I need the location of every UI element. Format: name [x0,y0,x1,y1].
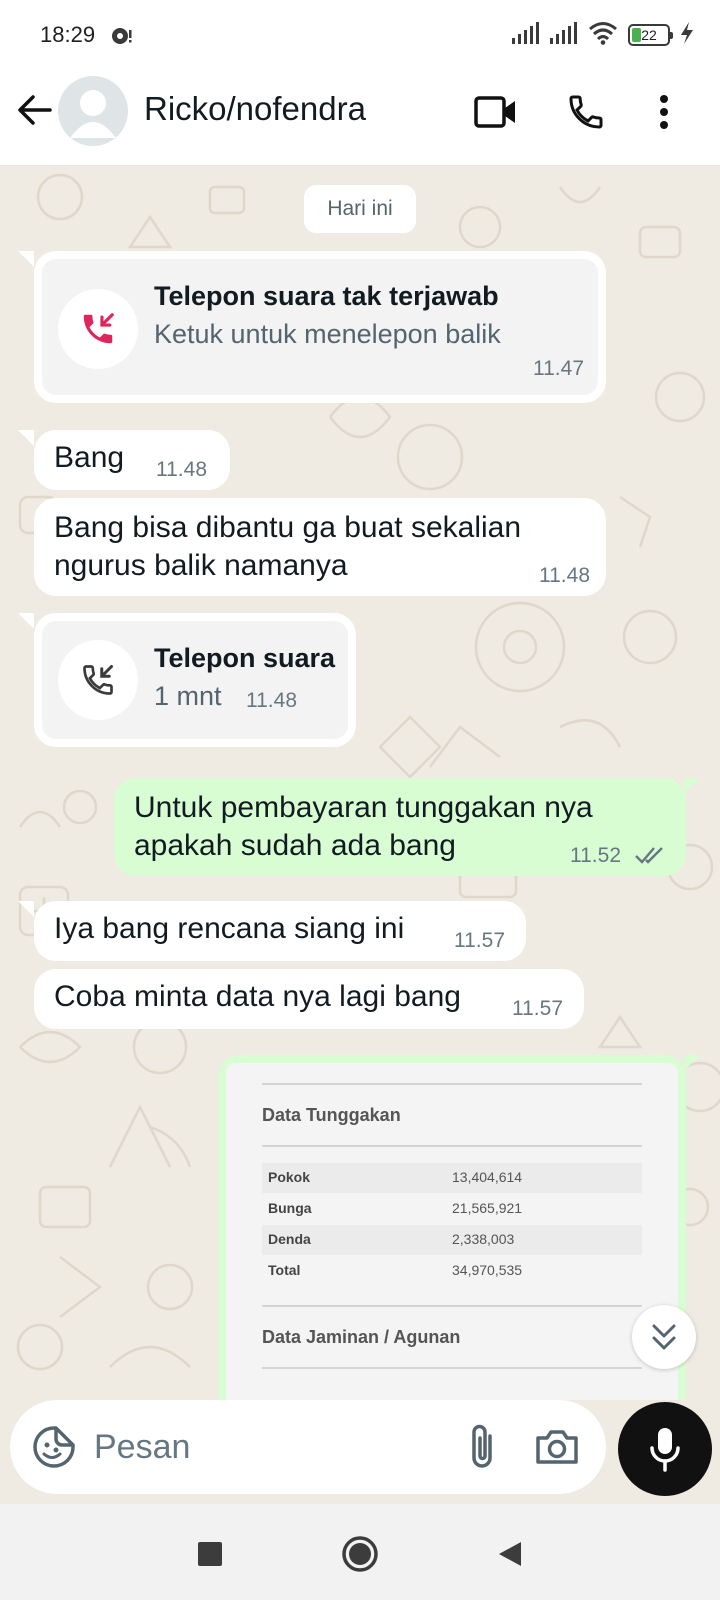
row-label: Bunga [268,1200,312,1216]
message-text: Iya bang rencana siang ini [54,912,405,945]
double-chevron-down-icon [652,1324,676,1350]
sticker-icon [33,1426,75,1468]
chat-header: Ricko/nofendra [0,68,720,166]
message-text: Bang [54,441,125,474]
video-camera-icon [474,96,515,128]
message-time: 11.47 [533,357,584,380]
bubble-tail [684,1055,700,1071]
message-time: 11.57 [512,997,563,1020]
avatar[interactable] [58,76,128,146]
battery-icon: 22 [628,24,673,46]
sticker-button[interactable] [30,1423,78,1471]
row-value: 2,338,003 [452,1231,515,1247]
incoming-message[interactable]: Bang bisa dibantu ga buat sekalian nguru… [34,498,606,596]
paperclip-icon [472,1424,492,1468]
message-input[interactable] [94,1424,424,1470]
call-duration: 1 mnt [154,681,222,711]
message-text-line1: Bang bisa dibantu ga buat sekalian [54,511,522,544]
call-card[interactable]: Telepon suara 1 mnt 11.48 [42,621,348,739]
incoming-call-icon [83,665,113,695]
phone-icon [569,95,603,129]
bubble-tail [18,901,34,917]
call-icon-badge [58,289,138,369]
wifi-icon [588,21,618,50]
call-card[interactable]: Telepon suara tak terjawab Ketuk untuk m… [42,259,598,395]
message-text-line2: ngurus balik namanya [54,549,348,582]
row-value: 21,565,921 [452,1200,523,1216]
incoming-message[interactable]: Bang 11.48 [34,430,230,490]
message-composer [10,1400,606,1494]
document-image[interactable]: Data Tunggakan Pokok 13,404,614 Bunga 21… [226,1063,678,1400]
recents-button[interactable] [188,1532,232,1576]
row-label: Pokok [268,1169,311,1185]
arrow-left-icon [18,95,52,125]
message-text-line2: apakah sudah ada bang [134,829,456,862]
message-time: 11.52 [570,844,621,867]
home-circle-icon [342,1536,378,1572]
status-bar: 18:29 22 [0,0,720,68]
row-label: Denda [268,1231,311,1247]
status-icons: 22 [512,21,694,50]
camera-icon [536,1430,578,1464]
call-subtitle: Ketuk untuk menelepon balik [154,319,501,349]
voice-call-message[interactable]: Telepon suara 1 mnt 11.48 [34,613,356,747]
document-heading: Data Jaminan / Agunan [262,1327,461,1347]
message-time: 11.57 [454,929,505,952]
notification-icon [110,24,134,48]
missed-call-icon [83,313,114,344]
row-value: 13,404,614 [452,1169,523,1185]
incoming-message[interactable]: Coba minta data nya lagi bang 11.57 [34,969,584,1029]
bubble-tail [684,778,700,794]
back-button[interactable] [14,90,54,130]
signal-icon [512,21,540,49]
date-chip: Hari ini [304,185,416,233]
row-label: Total [268,1262,301,1278]
table-row: Denda 2,338,003 [262,1225,642,1255]
message-time: 11.48 [539,564,590,587]
table-row: Pokok 13,404,614 [262,1163,642,1193]
outgoing-image-message[interactable]: Data Tunggakan Pokok 13,404,614 Bunga 21… [218,1055,686,1400]
missed-call-message[interactable]: Telepon suara tak terjawab Ketuk untuk m… [34,251,606,403]
contact-name[interactable]: Ricko/nofendra [144,90,366,128]
triangle-back-icon [499,1542,521,1566]
charging-icon [680,21,694,49]
system-navigation-bar [0,1504,720,1600]
message-text: Coba minta data nya lagi bang [54,980,461,1013]
attach-button[interactable] [460,1422,504,1472]
bubble-tail [18,251,34,267]
call-icon-badge [58,640,138,720]
message-time: 11.48 [246,689,297,712]
square-icon [198,1542,222,1566]
status-time: 18:29 [40,22,96,47]
signal-icon-2 [550,21,578,49]
document-heading: Data Tunggakan [262,1105,401,1125]
incoming-message[interactable]: Iya bang rencana siang ini 11.57 [34,901,526,961]
home-button[interactable] [338,1532,382,1576]
more-options-button[interactable] [640,88,688,136]
video-call-button[interactable] [472,88,520,136]
bubble-tail [18,430,34,446]
camera-button[interactable] [532,1422,582,1472]
outgoing-message[interactable]: Untuk pembayaran tunggakan nya apakah su… [114,778,686,876]
call-title: Telepon suara [154,643,336,673]
table-row: Total 34,970,535 [262,1256,642,1286]
message-text-line1: Untuk pembayaran tunggakan nya [134,791,593,824]
double-check-icon [634,844,668,871]
table-row: Bunga 21,565,921 [262,1194,642,1224]
scroll-to-bottom-button[interactable] [632,1305,696,1369]
voice-message-button[interactable] [618,1402,712,1496]
battery-level: 22 [641,27,657,43]
call-title: Telepon suara tak terjawab [154,281,499,311]
back-nav-button[interactable] [488,1532,532,1576]
message-time: 11.48 [156,458,207,481]
more-vertical-icon [660,95,668,129]
microphone-icon [650,1428,680,1472]
voice-call-button[interactable] [562,88,610,136]
default-user-icon [70,90,116,138]
bubble-tail [18,613,34,629]
row-value: 34,970,535 [452,1262,523,1278]
chat-area[interactable]: Hari ini Telepon suara tak terjawab Ketu… [0,167,720,1400]
